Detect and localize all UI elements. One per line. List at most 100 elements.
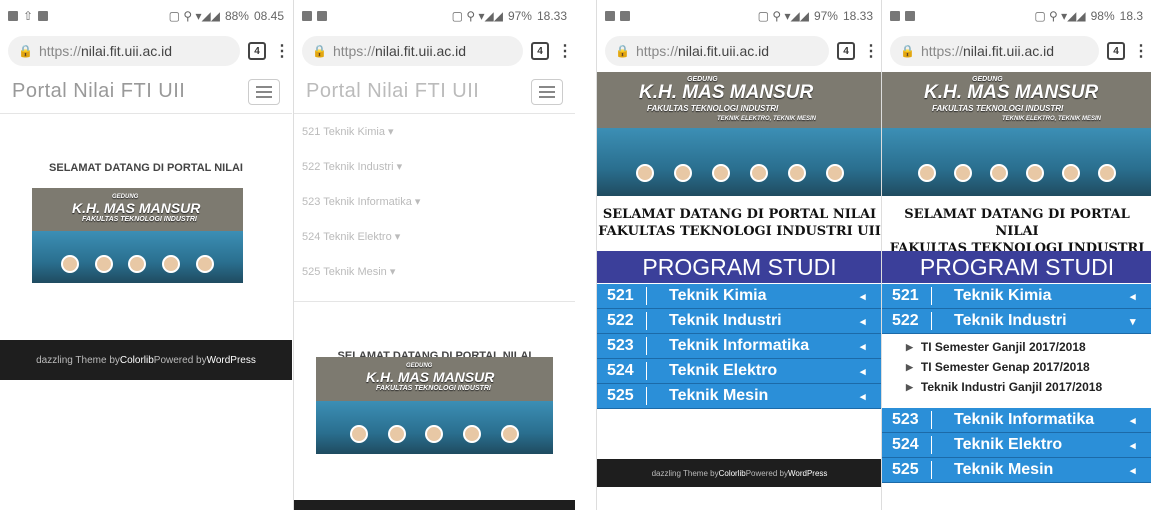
nav-menu: 521 Teknik Kimia ▾ 522 Teknik Industri ▾… [294,114,575,289]
overflow-menu-icon[interactable]: ⋮ [274,41,290,61]
play-icon: ▶ [906,361,913,372]
caret-left-icon: ◂ [860,365,866,378]
banner-image: GEDUNG K.H. MAS MANSUR FAKULTAS TEKNOLOG… [32,188,243,283]
address-bar: 🔒 https://nilai.fit.uii.ac.id 4 ⋮ [597,32,881,70]
wordpress-link[interactable]: WordPress [207,355,256,366]
menu-item-523[interactable]: 523 Teknik Informatika ▾ [294,184,575,219]
prodi-list: 521 Teknik Kimia ◂ 522 Teknik Industri ◂ 523… [597,284,881,409]
prodi-row-525[interactable]: 525 Teknik Mesin ◂ [882,458,1151,483]
caret-left-icon: ◂ [1130,464,1136,477]
battery-label: 88% [224,9,249,23]
status-bar: ▢ ⚲ ▾◢◢ 98% 18.3 [882,0,1151,32]
caret-left-icon: ◂ [1130,290,1136,303]
site-footer: dazzling Theme by Colorlib Powered by Wo… [0,340,292,380]
clock: 18.33 [842,9,873,23]
industri-submenu: ▶ TI Semester Ganjil 2017/2018 ▶ TI Semest… [882,334,1151,400]
prodi-row-521[interactable]: 521 Teknik Kimia ◂ [597,284,881,309]
colorlib-link[interactable]: Colorlib [719,469,746,478]
lock-icon: 🔒 [900,44,915,58]
site-navbar: Portal Nilai FTI UII [294,70,575,114]
prodi-row-522[interactable]: 522 Teknik Industri ◂ [597,309,881,334]
image-icon [905,11,915,21]
address-bar: 🔒 https://nilai.fit.uii.ac.id 4 ⋮ [882,32,1151,70]
submenu-item[interactable]: ▶ TI Semester Ganjil 2017/2018 [882,337,1151,357]
submenu-item[interactable]: ▶ TI Semester Genap 2017/2018 [882,357,1151,377]
clock: 08.45 [253,9,284,23]
poster-photo: GEDUNG K.H. MAS MANSUR FAKULTAS TEKNOLOG… [882,72,1151,196]
phone-3-screen: ▢ ⚲ ▾◢◢ 97% 18.33 🔒 https://nilai.fit.uii.a… [596,0,881,510]
url-field[interactable]: 🔒 https://nilai.fit.uii.ac.id [302,36,523,66]
play-icon: ▶ [906,341,913,352]
program-studi-header: PROGRAM STUDI [597,251,881,283]
site-brand[interactable]: Portal Nilai FTI UII [306,80,479,103]
caret-left-icon: ◂ [1130,439,1136,452]
prodi-row-525[interactable]: 525 Teknik Mesin ◂ [597,384,881,409]
tab-count-button[interactable]: 4 [1107,42,1125,60]
phone-4-screen: ▢ ⚲ ▾◢◢ 98% 18.3 🔒 https://nilai.fit.uii.ac… [881,0,1151,510]
prodi-row-524[interactable]: 524 Teknik Elektro ◂ [597,359,881,384]
tab-count-button[interactable]: 4 [837,42,855,60]
prodi-row-524[interactable]: 524 Teknik Elektro ◂ [882,433,1151,458]
url-field[interactable]: 🔒 https://nilai.fit.uii.ac.id [890,36,1099,66]
tab-count-button[interactable]: 4 [248,42,266,60]
prodi-row-522[interactable]: 522 Teknik Industri ▾ [882,309,1151,334]
url-field[interactable]: 🔒 https://nilai.fit.uii.ac.id [605,36,829,66]
sim-icon [8,11,18,21]
overflow-menu-icon[interactable]: ⋮ [1133,41,1149,61]
address-bar: 🔒 https://nilai.fit.uii.ac.id 4 ⋮ [0,32,292,70]
image-icon [317,11,327,21]
wordpress-link[interactable]: WordPress [788,469,827,478]
site-brand[interactable]: Portal Nilai FTI UII [12,80,185,103]
mail-icon [302,11,312,21]
status-bar: ⇧ ▢ ⚲ ▾◢◢ 88% 08.45 [0,0,292,32]
signal-icon: ▢ ⚲ ▾◢◢ [451,9,503,23]
site-navbar: Portal Nilai FTI UII [0,70,292,114]
signal-icon: ▢ ⚲ ▾◢◢ [168,9,220,23]
mail-icon [605,11,615,21]
overflow-menu-icon[interactable]: ⋮ [557,41,573,61]
play-icon: ▶ [906,381,913,392]
prodi-row-521[interactable]: 521 Teknik Kimia ◂ [882,284,1151,309]
hamburger-menu-icon[interactable] [531,78,563,105]
lock-icon: 🔒 [615,44,630,58]
overflow-menu-icon[interactable]: ⋮ [863,41,879,61]
submenu-item[interactable]: ▶ Teknik Industri Ganjil 2017/2018 [882,377,1151,397]
image-icon [38,11,49,21]
hamburger-menu-icon[interactable] [248,78,280,105]
image-icon [620,11,630,21]
menu-item-524[interactable]: 524 Teknik Elektro ▾ [294,219,575,254]
banner-image: GEDUNG K.H. MAS MANSUR FAKULTAS TEKNOLOG… [316,357,553,454]
caret-down-icon: ▾ [1130,315,1136,328]
menu-item-522[interactable]: 522 Teknik Industri ▾ [294,149,575,184]
lock-icon: 🔒 [18,44,33,58]
caret-left-icon: ◂ [860,390,866,403]
caret-left-icon: ◂ [860,315,866,328]
clock: 18.3 [1119,9,1143,23]
status-bar: ▢ ⚲ ▾◢◢ 97% 18.33 [597,0,881,32]
signal-icon: ▢ ⚲ ▾◢◢ [1034,9,1086,23]
caret-left-icon: ◂ [860,290,866,303]
welcome-heading: SELAMAT DATANG DI PORTAL NILAI [49,162,243,174]
phone-2-screen: ▢ ⚲ ▾◢◢ 97% 18.33 🔒 https://nilai.fit.uii.a… [293,0,575,510]
caret-left-icon: ◂ [860,340,866,353]
signal-icon: ▢ ⚲ ▾◢◢ [757,9,809,23]
tab-count-button[interactable]: 4 [531,42,549,60]
phone-1-screen: ⇧ ▢ ⚲ ▾◢◢ 88% 08.45 🔒 https://nilai.fit.uii… [0,0,292,510]
caret-left-icon: ◂ [1130,414,1136,427]
prodi-list: 521 Teknik Kimia ◂ 522 Teknik Industri ▾ ▶ TI… [882,284,1151,483]
menu-item-521[interactable]: 521 Teknik Kimia ▾ [294,114,575,149]
url-field[interactable]: 🔒 https://nilai.fit.uii.ac.id [8,36,240,66]
lock-icon: 🔒 [312,44,327,58]
prodi-row-523[interactable]: 523 Teknik Informatika ◂ [597,334,881,359]
address-bar: 🔒 https://nilai.fit.uii.ac.id 4 ⋮ [294,32,575,70]
prodi-row-523[interactable]: 523 Teknik Informatika ◂ [882,408,1151,433]
colorlib-link[interactable]: Colorlib [120,355,154,366]
program-studi-header: PROGRAM STUDI [882,251,1151,283]
menu-item-525[interactable]: 525 Teknik Mesin ▾ [294,254,575,289]
mail-icon [890,11,900,21]
poster-headline: SELAMAT DATANG DI PORTAL NILAI FAKULTAS T… [598,207,881,239]
status-bar: ▢ ⚲ ▾◢◢ 97% 18.33 [294,0,575,32]
poster-photo: GEDUNG K.H. MAS MANSUR FAKULTAS TEKNOLOG… [597,72,881,196]
upload-icon: ⇧ [23,9,34,23]
site-footer: dazzling Theme by Colorlib Powered by Wo… [597,459,881,487]
